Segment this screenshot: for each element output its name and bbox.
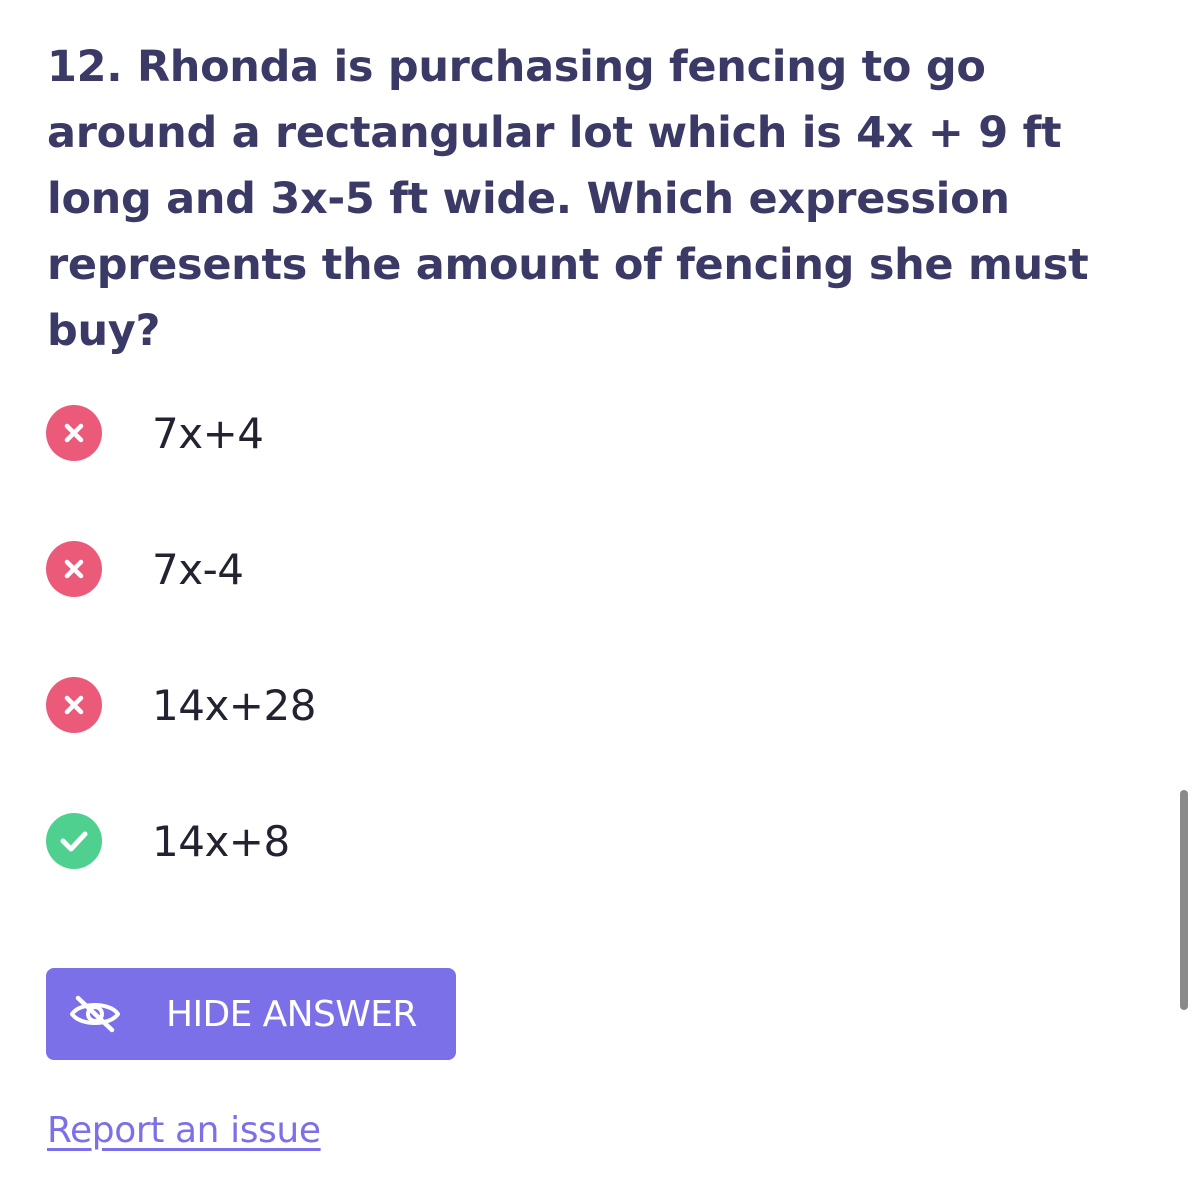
answer-option-text: 14x+8 — [152, 816, 290, 866]
x-circle-icon — [46, 677, 102, 733]
answer-option: 7x-4 — [46, 538, 1046, 600]
answer-option-text: 14x+28 — [152, 680, 316, 730]
answer-option: 14x+28 — [46, 674, 1046, 736]
scrollbar[interactable] — [1180, 790, 1188, 1010]
answer-option-text: 7x-4 — [152, 544, 244, 594]
hide-answer-label: HIDE ANSWER — [166, 993, 417, 1035]
check-circle-icon — [46, 813, 102, 869]
report-issue-link[interactable]: Report an issue — [47, 1110, 321, 1151]
answer-option-correct: 14x+8 — [46, 810, 1046, 872]
x-circle-icon — [46, 541, 102, 597]
eye-off-icon — [68, 994, 122, 1034]
answer-option-text: 7x+4 — [152, 408, 264, 458]
answer-options: 7x+4 7x-4 14x+28 14x+8 — [46, 402, 1046, 946]
answer-option: 7x+4 — [46, 402, 1046, 464]
hide-answer-button[interactable]: HIDE ANSWER — [46, 968, 456, 1060]
x-circle-icon — [46, 405, 102, 461]
question-text: 12. Rhonda is purchasing fencing to go a… — [47, 42, 1089, 356]
